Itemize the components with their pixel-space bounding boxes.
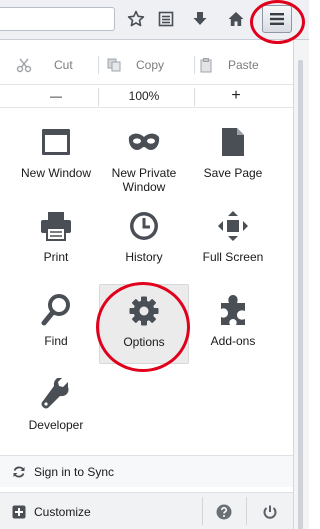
save-page-button[interactable]: Save Page [189,120,277,202]
new-private-window-button[interactable]: New Private Window [100,120,188,202]
clock-icon [126,208,162,244]
url-bar[interactable] [0,7,115,31]
puzzle-piece-icon [215,292,251,328]
open-menu-button[interactable] [262,5,292,33]
save-page-label: Save Page [203,166,263,180]
gear-icon [126,293,162,329]
zoom-out-button[interactable]: — [18,85,94,107]
cut-button[interactable]: Cut [16,52,96,78]
zoom-in-button[interactable]: + [198,85,274,107]
developer-label: Developer [28,418,84,432]
find-label: Find [44,334,68,348]
copy-button[interactable]: Copy [106,52,192,78]
zoom-controls: — 100% + [0,84,293,108]
edit-divider [98,56,99,74]
new-private-window-label: New Private Window [111,166,177,194]
wrench-icon [38,376,74,412]
hamburger-menu-icon [270,13,284,25]
add-ons-button[interactable]: Add-ons [189,288,277,370]
home-icon[interactable] [226,9,246,29]
new-window-button[interactable]: New Window [12,120,100,202]
navigation-toolbar [0,0,309,40]
customize-button[interactable]: Customize [0,493,200,529]
footer-divider [246,497,247,525]
new-window-icon [38,124,74,160]
options-button[interactable]: Options [99,284,189,364]
panel-footer: Customize [0,492,293,529]
private-mask-icon [126,124,162,160]
sync-icon [13,466,25,477]
add-ons-label: Add-ons [210,334,256,348]
customize-label: Customize [34,504,91,519]
customize-plus-icon [12,505,26,518]
magnifier-icon [38,292,74,328]
footer-divider [202,497,203,525]
history-button[interactable]: History [100,204,188,286]
copy-icon [107,58,121,72]
new-window-label: New Window [20,166,92,180]
menu-panel: Cut Copy Paste — 100% + New Window New P… [0,44,293,529]
zoom-divider [194,88,195,106]
bookmarks-menu-icon[interactable] [156,9,176,29]
paste-label: Paste [228,58,259,72]
scrollbar-thumb[interactable] [298,60,303,529]
full-screen-button[interactable]: Full Screen [189,204,277,286]
help-button[interactable] [204,493,244,529]
clipboard-icon [200,58,212,73]
printer-icon [38,208,74,244]
print-label: Print [43,250,69,264]
sync-button[interactable]: Sign in to Sync [0,455,293,487]
downloads-icon[interactable] [190,9,210,29]
full-screen-label: Full Screen [202,250,264,264]
quit-button[interactable] [248,493,292,529]
cut-label: Cut [54,58,73,72]
developer-button[interactable]: Developer [12,372,100,454]
scissors-icon [16,58,32,73]
full-screen-icon [215,208,251,244]
help-icon [216,504,232,519]
bookmark-star-icon[interactable] [126,9,146,29]
copy-label: Copy [136,58,165,72]
save-page-icon [215,124,251,160]
paste-button[interactable]: Paste [198,52,284,78]
history-label: History [125,250,163,264]
zoom-reset-button[interactable]: 100% [106,85,182,107]
find-button[interactable]: Find [12,288,100,370]
edit-controls: Cut Copy Paste [0,52,293,78]
options-label: Options [123,335,165,349]
print-button[interactable]: Print [12,204,100,286]
zoom-divider [98,88,99,106]
edit-divider [194,56,195,74]
power-icon [263,505,277,519]
sync-label: Sign in to Sync [34,464,115,479]
